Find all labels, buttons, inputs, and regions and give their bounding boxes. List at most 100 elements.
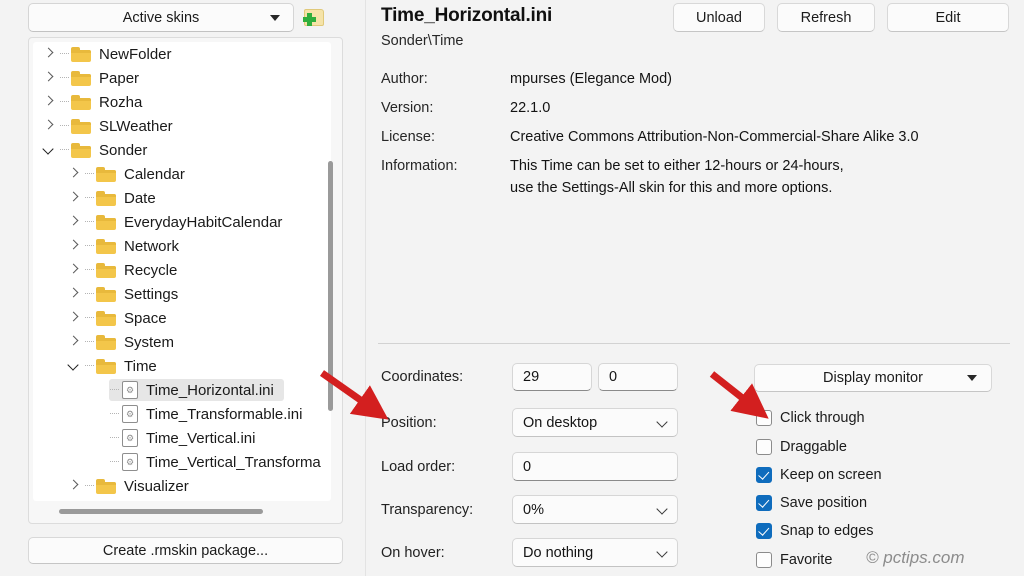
on-hover-dropdown[interactable]: Do nothing bbox=[512, 538, 678, 567]
tree-connector-line bbox=[82, 282, 96, 306]
tree-item-newfolder[interactable]: NewFolder bbox=[33, 42, 331, 66]
checkbox-unchecked-icon[interactable] bbox=[756, 439, 772, 455]
position-dropdown[interactable]: On desktop bbox=[512, 408, 678, 437]
tree-horizontal-scroll-thumb[interactable] bbox=[59, 509, 263, 514]
add-folder-icon[interactable] bbox=[302, 6, 326, 30]
checkbox-checked-icon[interactable] bbox=[756, 495, 772, 511]
tree-item-sonder[interactable]: Sonder bbox=[33, 138, 331, 162]
checkbox-label: Click through bbox=[780, 410, 865, 426]
tree-item-system[interactable]: System bbox=[33, 330, 331, 354]
coordinate-x-input[interactable]: 29 bbox=[512, 363, 592, 391]
information-label: Information: bbox=[381, 158, 458, 174]
chevron-down-icon[interactable] bbox=[41, 142, 57, 158]
checkbox-snap-to-edges[interactable]: Snap to edges bbox=[756, 523, 874, 539]
tree-item-everydayhabitcalendar[interactable]: EverydayHabitCalendar bbox=[33, 210, 331, 234]
create-rmskin-package-button[interactable]: Create .rmskin package... bbox=[28, 537, 343, 564]
tree-connector-line bbox=[82, 162, 96, 186]
checkbox-checked-icon[interactable] bbox=[756, 467, 772, 483]
tree-item-space[interactable]: Space bbox=[33, 306, 331, 330]
chevron-down-icon[interactable] bbox=[66, 358, 82, 374]
tree-horizontal-scrollbar[interactable] bbox=[33, 505, 333, 517]
tree-item-time-vertical-ini[interactable]: ⚙Time_Vertical.ini bbox=[33, 426, 331, 450]
tree-item-slweather[interactable]: SLWeather bbox=[33, 114, 331, 138]
unload-button[interactable]: Unload bbox=[673, 3, 765, 32]
tree-item-label: Visualizer bbox=[124, 478, 189, 495]
tree-connector-line bbox=[82, 210, 96, 234]
folder-icon bbox=[71, 142, 93, 159]
tree-connector-line bbox=[107, 378, 121, 402]
skin-tree[interactable]: NewFolder PaperRozha SLWeather SonderCalend… bbox=[33, 42, 331, 501]
checkbox-keep-on-screen[interactable]: Keep on screen bbox=[756, 467, 882, 483]
version-value: 22.1.0 bbox=[510, 100, 550, 116]
right-panel: Time_Horizontal.ini Sonder\Time Unload R… bbox=[366, 0, 1024, 576]
tree-connector-line bbox=[57, 66, 71, 90]
tree-vertical-scroll-thumb[interactable] bbox=[328, 161, 333, 411]
tree-item-label: SLWeather bbox=[99, 118, 173, 135]
checkbox-favorite[interactable]: Favorite bbox=[756, 552, 832, 568]
checkbox-draggable[interactable]: Draggable bbox=[756, 439, 847, 455]
tree-item-paper[interactable]: Paper bbox=[33, 66, 331, 90]
tree-item-time-horizontal-ini[interactable]: ⚙Time_Horizontal.ini bbox=[33, 378, 331, 402]
checkbox-click-through[interactable]: Click through bbox=[756, 410, 865, 426]
tree-vertical-scrollbar[interactable] bbox=[325, 43, 336, 498]
chevron-right-icon[interactable] bbox=[41, 46, 57, 62]
chevron-right-icon[interactable] bbox=[41, 94, 57, 110]
tree-item-network[interactable]: Network bbox=[33, 234, 331, 258]
folder-icon bbox=[96, 166, 118, 183]
tree-connector-line bbox=[57, 42, 71, 66]
chevron-right-icon[interactable] bbox=[41, 70, 57, 86]
skin-selector-row: Active skins bbox=[28, 3, 326, 32]
ini-file-icon: ⚙ bbox=[121, 428, 140, 448]
load-order-input[interactable]: 0 bbox=[512, 452, 678, 481]
tree-item-time-transformable-ini[interactable]: ⚙Time_Transformable.ini bbox=[33, 402, 331, 426]
skin-tree-container: NewFolder PaperRozha SLWeather SonderCalend… bbox=[28, 37, 343, 524]
position-label: Position: bbox=[381, 415, 437, 431]
checkbox-save-position[interactable]: Save position bbox=[756, 495, 867, 511]
folder-icon bbox=[71, 118, 93, 135]
tree-item-label: Time_Vertical_Transforma bbox=[146, 454, 321, 471]
section-divider bbox=[378, 343, 1010, 344]
folder-icon bbox=[71, 46, 93, 63]
coordinate-y-value: 0 bbox=[609, 369, 617, 385]
chevron-right-icon[interactable] bbox=[66, 190, 82, 206]
tree-item-calendar[interactable]: Calendar bbox=[33, 162, 331, 186]
folder-icon bbox=[96, 478, 118, 495]
checkbox-unchecked-icon[interactable] bbox=[756, 552, 772, 568]
transparency-dropdown[interactable]: 0% bbox=[512, 495, 678, 524]
on-hover-value: Do nothing bbox=[523, 545, 593, 561]
chevron-right-icon[interactable] bbox=[66, 286, 82, 302]
transparency-value: 0% bbox=[523, 502, 544, 518]
checkbox-unchecked-icon[interactable] bbox=[756, 410, 772, 426]
tree-item-time[interactable]: Time bbox=[33, 354, 331, 378]
tree-connector-line bbox=[82, 306, 96, 330]
chevron-right-icon[interactable] bbox=[66, 478, 82, 494]
tree-item-rozha[interactable]: Rozha bbox=[33, 90, 331, 114]
tree-item-date[interactable]: Date bbox=[33, 186, 331, 210]
edit-button[interactable]: Edit bbox=[887, 3, 1009, 32]
license-label: License: bbox=[381, 129, 435, 145]
tree-item-settings[interactable]: Settings bbox=[33, 282, 331, 306]
refresh-button[interactable]: Refresh bbox=[777, 3, 875, 32]
tree-connector-line bbox=[82, 330, 96, 354]
refresh-button-label: Refresh bbox=[801, 10, 852, 26]
chevron-right-icon[interactable] bbox=[66, 166, 82, 182]
chevron-right-icon[interactable] bbox=[66, 238, 82, 254]
checkbox-label: Keep on screen bbox=[780, 467, 882, 483]
tree-item-label: NewFolder bbox=[99, 46, 172, 63]
chevron-right-icon[interactable] bbox=[66, 262, 82, 278]
tree-item-label: Time_Horizontal.ini bbox=[146, 382, 274, 399]
tree-item-time-vertical-transforma[interactable]: ⚙Time_Vertical_Transforma bbox=[33, 450, 331, 474]
display-monitor-button[interactable]: Display monitor bbox=[754, 364, 992, 392]
checkbox-label: Draggable bbox=[780, 439, 847, 455]
chevron-right-icon[interactable] bbox=[41, 118, 57, 134]
tree-item-visualizer[interactable]: Visualizer bbox=[33, 474, 331, 498]
tree-item-recycle[interactable]: Recycle bbox=[33, 258, 331, 282]
ini-file-icon: ⚙ bbox=[121, 404, 140, 424]
chevron-right-icon[interactable] bbox=[66, 214, 82, 230]
chevron-right-icon[interactable] bbox=[66, 310, 82, 326]
active-skins-dropdown[interactable]: Active skins bbox=[28, 3, 294, 32]
coordinate-y-input[interactable]: 0 bbox=[598, 363, 678, 391]
checkbox-checked-icon[interactable] bbox=[756, 523, 772, 539]
left-panel: Active skins NewFolder PaperRozha SLWeathe… bbox=[0, 0, 366, 576]
chevron-right-icon[interactable] bbox=[66, 334, 82, 350]
